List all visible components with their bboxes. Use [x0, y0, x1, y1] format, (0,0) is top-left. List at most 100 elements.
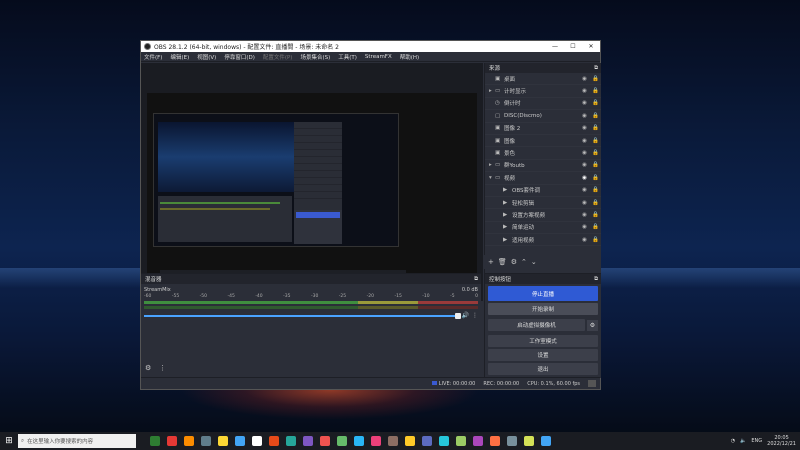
lock-icon[interactable]: 🔒: [590, 88, 601, 94]
visibility-eye-icon[interactable]: ◉: [579, 175, 590, 181]
taskbar-app-icon[interactable]: [388, 436, 398, 446]
start-recording-button[interactable]: 开始录制: [488, 303, 598, 315]
menu-item[interactable]: 工具(T): [338, 53, 357, 61]
volume-fader[interactable]: [144, 312, 461, 319]
menu-item[interactable]: 视图(V): [197, 53, 216, 61]
source-item[interactable]: ▶ 适用视频 ◉ 🔒: [485, 234, 601, 247]
lock-icon[interactable]: 🔒: [590, 187, 601, 193]
taskbar-app-icon[interactable]: [541, 436, 551, 446]
menu-item[interactable]: 停靠窗口(D): [224, 53, 255, 61]
visibility-eye-icon[interactable]: ◉: [579, 76, 590, 82]
volume-knob[interactable]: [454, 312, 461, 319]
move-up-icon[interactable]: ⌃: [521, 258, 527, 266]
taskbar-app-icon[interactable]: [184, 436, 194, 446]
visibility-eye-icon[interactable]: ◉: [579, 88, 590, 94]
visibility-eye-icon[interactable]: ◉: [579, 200, 590, 206]
taskbar-app-icon[interactable]: [507, 436, 517, 446]
source-item[interactable]: ▸ ▭ 群Youtb ◉ 🔒: [485, 160, 601, 173]
volume-icon[interactable]: 🔈: [740, 438, 746, 444]
taskbar-app-icon[interactable]: [320, 436, 330, 446]
source-item[interactable]: ▶ 轻松剪辑 ◉ 🔒: [485, 197, 601, 210]
visibility-eye-icon[interactable]: ◉: [579, 150, 590, 156]
minimize-button[interactable]: —: [546, 43, 564, 50]
move-down-icon[interactable]: ⌄: [531, 258, 537, 266]
source-item[interactable]: ▣ 图像 ◉ 🔒: [485, 135, 601, 148]
visibility-eye-icon[interactable]: ◉: [579, 187, 590, 193]
lock-icon[interactable]: 🔒: [590, 237, 601, 243]
mixer-settings-icon[interactable]: ⚙: [145, 364, 151, 372]
taskbar-app-icon[interactable]: [456, 436, 466, 446]
taskbar-app-icon[interactable]: [252, 436, 262, 446]
taskbar-app-icon[interactable]: [167, 436, 177, 446]
preview-canvas[interactable]: [147, 93, 477, 279]
settings-button[interactable]: 设置: [488, 349, 598, 361]
remove-source-icon[interactable]: 🗑: [498, 258, 507, 266]
lock-icon[interactable]: 🔒: [590, 200, 601, 206]
taskbar-app-icon[interactable]: [371, 436, 381, 446]
lock-icon[interactable]: 🔒: [590, 150, 601, 156]
taskbar-app-icon[interactable]: [269, 436, 279, 446]
source-item[interactable]: ▣ 景色 ◉ 🔒: [485, 147, 601, 160]
language-indicator[interactable]: ENG: [751, 438, 762, 444]
wifi-icon[interactable]: ◔: [731, 438, 735, 444]
source-item[interactable]: ◷ 倒计时 ◉ 🔒: [485, 98, 601, 111]
lock-icon[interactable]: 🔒: [590, 125, 601, 131]
speaker-icon[interactable]: 🔊: [462, 312, 469, 319]
taskbar-search-input[interactable]: ⌕ 在这里输入你要搜索的内容: [18, 434, 136, 448]
lock-icon[interactable]: 🔒: [590, 162, 601, 168]
taskbar-app-icon[interactable]: [337, 436, 347, 446]
menu-item[interactable]: 帮助(H): [400, 53, 419, 61]
menu-item[interactable]: 配置文件(P): [263, 53, 293, 61]
lock-icon[interactable]: 🔒: [590, 175, 601, 181]
menu-item[interactable]: 文件(F): [144, 53, 162, 61]
visibility-eye-icon[interactable]: ◉: [579, 212, 590, 218]
lock-icon[interactable]: 🔒: [590, 100, 601, 106]
virtual-camera-settings-icon[interactable]: ⚙: [587, 319, 598, 331]
lock-icon[interactable]: 🔒: [590, 138, 601, 144]
source-item[interactable]: ▾ ▭ 视频 ◉ 🔒: [485, 172, 601, 185]
visibility-eye-icon[interactable]: ◉: [579, 125, 590, 131]
taskbar-app-icon[interactable]: [286, 436, 296, 446]
visibility-eye-icon[interactable]: ◉: [579, 113, 590, 119]
undock-icon[interactable]: ⧉: [594, 276, 598, 283]
visibility-eye-icon[interactable]: ◉: [579, 162, 590, 168]
close-button[interactable]: ✕: [582, 43, 600, 50]
menu-item[interactable]: 场景集合(S): [300, 53, 330, 61]
studio-mode-button[interactable]: 工作室模式: [488, 335, 598, 347]
taskbar-app-icon[interactable]: [235, 436, 245, 446]
source-item[interactable]: ▣ 桌面 ◉ 🔒: [485, 73, 601, 86]
taskbar-app-icon[interactable]: [354, 436, 364, 446]
visibility-eye-icon[interactable]: ◉: [579, 100, 590, 106]
visibility-eye-icon[interactable]: ◉: [579, 224, 590, 230]
preview-area[interactable]: [141, 63, 483, 301]
menu-item[interactable]: 编辑(E): [170, 53, 189, 61]
visibility-eye-icon[interactable]: ◉: [579, 237, 590, 243]
lock-icon[interactable]: 🔒: [590, 224, 601, 230]
maximize-button[interactable]: ☐: [564, 43, 582, 50]
source-properties-icon[interactable]: ⚙: [511, 258, 517, 266]
source-item[interactable]: ▶ 简单运动 ◉ 🔒: [485, 222, 601, 235]
menu-item[interactable]: StreamFX: [365, 54, 392, 60]
clock[interactable]: 20:05 2022/12/21: [767, 435, 796, 447]
taskbar-app-icon[interactable]: [473, 436, 483, 446]
source-item[interactable]: ▶ 设置方案视频 ◉ 🔒: [485, 209, 601, 222]
taskbar-app-icon[interactable]: [405, 436, 415, 446]
lock-icon[interactable]: 🔒: [590, 212, 601, 218]
undock-icon[interactable]: ⧉: [474, 276, 478, 283]
taskbar-app-icon[interactable]: [201, 436, 211, 446]
exit-button[interactable]: 退出: [488, 363, 598, 375]
taskbar-app-icon[interactable]: [422, 436, 432, 446]
taskbar-app-icon[interactable]: [524, 436, 534, 446]
start-virtual-camera-button[interactable]: 启动虚拟摄像机: [488, 319, 585, 331]
taskbar-app-icon[interactable]: [218, 436, 228, 446]
undock-icon[interactable]: ⧉: [594, 65, 598, 72]
taskbar-app-icon[interactable]: [439, 436, 449, 446]
lock-icon[interactable]: 🔒: [590, 113, 601, 119]
lock-icon[interactable]: 🔒: [590, 76, 601, 82]
mixer-menu-icon[interactable]: ⋮: [159, 364, 166, 372]
source-item[interactable]: ▸ ▭ 计时显示 ◉ 🔒: [485, 85, 601, 98]
source-item[interactable]: ▣ 图像 2 ◉ 🔒: [485, 123, 601, 135]
visibility-eye-icon[interactable]: ◉: [579, 138, 590, 144]
taskbar-app-icon[interactable]: [303, 436, 313, 446]
more-options-icon[interactable]: ⋮: [472, 312, 478, 319]
